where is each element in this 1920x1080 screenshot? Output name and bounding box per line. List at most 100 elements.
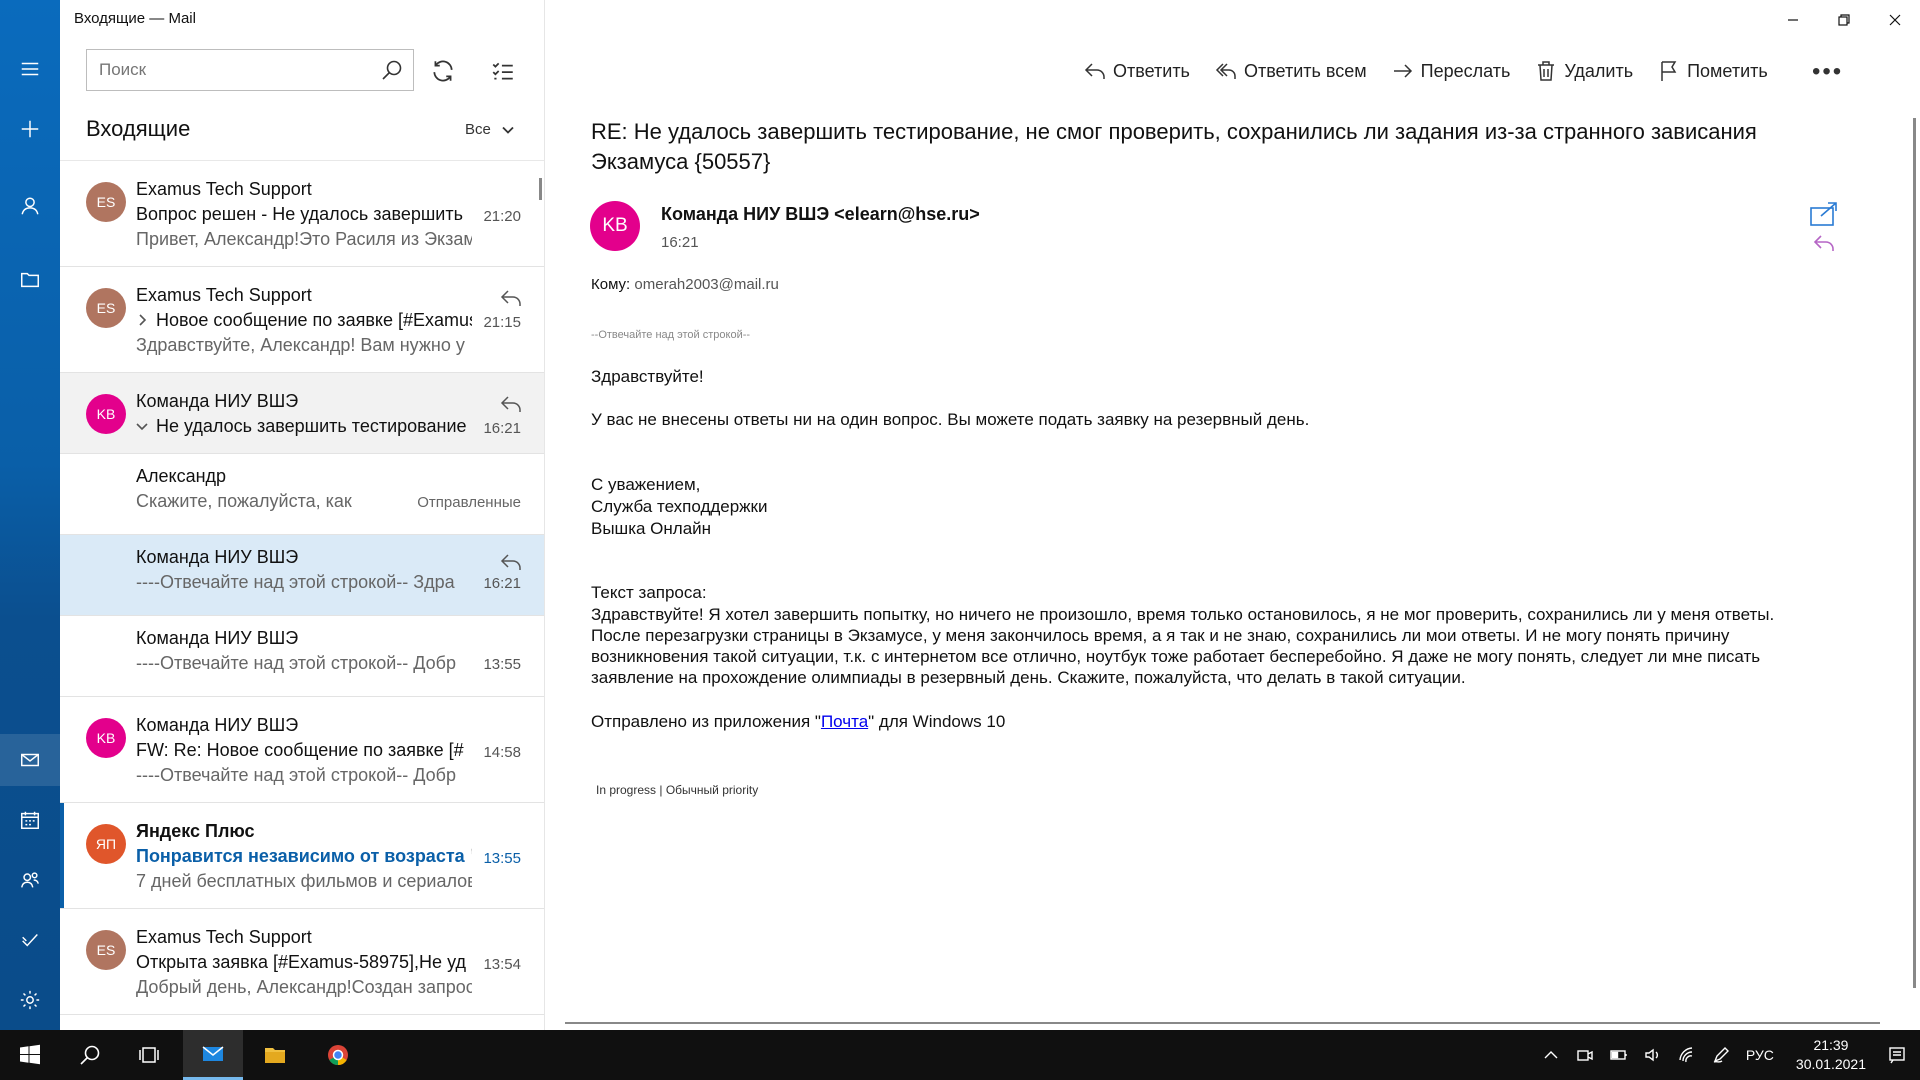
message-time: 14:58 (483, 744, 521, 761)
message-folder-tag: Отправленные (417, 494, 521, 511)
request-text-line: После перезагрузки страницы в Экзамусе, … (591, 626, 1730, 645)
sender-avatar: KB (590, 201, 640, 251)
message-time: 13:55 (483, 850, 521, 867)
list-scrollbar[interactable] (539, 178, 542, 200)
todo-app-button[interactable] (0, 914, 60, 966)
message-time: 13:54 (483, 956, 521, 973)
expand-thread-button[interactable] (136, 310, 150, 331)
restore-button[interactable] (1818, 0, 1869, 40)
pen-tray-icon[interactable] (1712, 1046, 1730, 1064)
message-subject: Вопрос решен - Не удалось завершить (136, 204, 463, 224)
input-language-indicator[interactable]: РУС (1746, 1047, 1774, 1063)
search-icon (382, 60, 402, 80)
chrome-icon (328, 1045, 348, 1066)
forward-icon (1393, 64, 1412, 78)
mail-icon (202, 1045, 224, 1061)
pen-icon (1713, 1047, 1729, 1063)
taskbar: РУС 21:39 30.01.2021 (0, 1030, 1920, 1080)
message-sender: Examus Tech Support (136, 179, 312, 199)
message-subject: Скажите, пожалуйста, как узна (136, 491, 356, 511)
signature-line: С уважением, (591, 475, 701, 494)
notification-icon (1889, 1047, 1905, 1064)
message-preview: Добрый день, Александр!Создан запрос (136, 977, 472, 997)
search-taskbar-button[interactable] (60, 1030, 120, 1080)
minimize-button[interactable] (1767, 0, 1818, 40)
thread-message-item[interactable]: Александр Скажите, пожалуйста, как узна … (60, 454, 544, 535)
network-tray-icon[interactable] (1678, 1046, 1696, 1064)
reply-marker: --Отвечайте над этой строкой-- (591, 329, 751, 341)
sender-address[interactable]: Команда НИУ ВШЭ <elearn@hse.ru> (661, 204, 980, 225)
message-subject: Не удалось завершить тестирование (136, 416, 472, 437)
battery-tray-icon[interactable] (1610, 1046, 1628, 1064)
search-box[interactable] (86, 49, 414, 91)
wifi-icon (1679, 1047, 1693, 1063)
settings-button[interactable] (0, 974, 60, 1026)
forward-button[interactable]: Переслать (1391, 56, 1510, 86)
taskbar-file-explorer[interactable] (245, 1030, 305, 1080)
message-sender: Команда НИУ ВШЭ (136, 391, 299, 411)
flag-icon (1661, 61, 1677, 81)
thread-message-item[interactable]: Команда НИУ ВШЭ ----Отвечайте над этой с… (60, 535, 544, 616)
more-actions-button[interactable]: ••• (1812, 58, 1843, 86)
search-input[interactable] (87, 50, 371, 90)
message-item[interactable]: ES Examus Tech Support Открыта заявка [#… (60, 909, 544, 1015)
folders-button[interactable] (0, 254, 60, 306)
windows-logo-icon (20, 1044, 40, 1065)
accounts-button[interactable] (0, 180, 60, 232)
people-app-button[interactable] (0, 854, 60, 906)
sync-button[interactable] (426, 54, 460, 88)
reading-pane: Ответить Ответить всем Переслать Удалить… (545, 0, 1920, 1030)
checkmark-icon (22, 934, 38, 947)
task-view-button[interactable] (120, 1030, 180, 1080)
message-item[interactable]: KB Команда НИУ ВШЭ FW: Re: Новое сообщен… (60, 697, 544, 803)
signature-line: Вышка Онлайн (591, 519, 712, 538)
message-sender: Examus Tech Support (136, 927, 312, 947)
flag-button[interactable]: Пометить (1657, 56, 1768, 86)
reply-all-button[interactable]: Ответить всем (1214, 56, 1367, 86)
hamburger-menu-button[interactable] (0, 43, 60, 95)
close-button[interactable] (1869, 0, 1920, 40)
show-hidden-icons-button[interactable] (1542, 1046, 1560, 1064)
message-item[interactable]: ЯП Яндекс Плюс Понравится независимо от … (60, 803, 544, 909)
avatar: ES (86, 288, 126, 328)
replied-indicator (499, 288, 523, 313)
to-label: Кому: (591, 276, 631, 293)
calendar-app-button[interactable] (0, 794, 60, 846)
mail-app-link[interactable]: Почта (821, 712, 868, 731)
mail-app-button[interactable] (0, 734, 60, 786)
delete-button[interactable]: Удалить (1534, 56, 1633, 86)
recipient-address[interactable]: omerah2003@mail.ru (634, 276, 778, 293)
open-in-new-window-button[interactable] (1809, 200, 1839, 233)
reply-icon (500, 554, 521, 570)
avatar: ES (86, 930, 126, 970)
navigation-rail (0, 0, 60, 1030)
volume-tray-icon[interactable] (1644, 1046, 1662, 1064)
thread-message-item[interactable]: Команда НИУ ВШЭ ----Отвечайте над этой с… (60, 616, 544, 697)
filter-dropdown[interactable]: Все (465, 121, 515, 138)
reading-pane-divider (565, 1022, 1880, 1024)
message-subject: ----Отвечайте над этой строкой-- Добр (136, 653, 456, 673)
action-center-button[interactable] (1888, 1046, 1906, 1064)
avatar: ЯП (86, 824, 126, 864)
reply-button[interactable]: Ответить (1083, 56, 1190, 86)
message-item[interactable]: ES Examus Tech Support Новое сообщение п… (60, 267, 544, 373)
request-text-line: Здравствуйте! Я хотел завершить попытку,… (591, 605, 1775, 624)
new-mail-button[interactable] (0, 103, 60, 155)
message-item[interactable]: KB Команда НИУ ВШЭ Не удалось завершить … (60, 373, 544, 454)
quick-reply-button[interactable] (1812, 233, 1836, 258)
taskbar-mail-app[interactable] (183, 1030, 243, 1080)
greeting: Здравствуйте! (591, 367, 704, 386)
meet-now-tray-icon[interactable] (1576, 1046, 1594, 1064)
selection-mode-button[interactable] (486, 54, 520, 88)
start-button[interactable] (0, 1030, 60, 1080)
search-button[interactable] (371, 58, 413, 82)
replied-indicator (499, 552, 523, 577)
taskbar-chrome[interactable] (308, 1030, 368, 1080)
message-subject: Новое сообщение по заявке [#Examus (136, 310, 472, 331)
collapse-thread-button[interactable] (136, 416, 150, 437)
reply-icon (1084, 63, 1105, 79)
chevron-right-icon (139, 314, 147, 326)
reading-scrollbar[interactable] (1913, 118, 1916, 988)
clock[interactable]: 21:39 30.01.2021 (1796, 1036, 1866, 1074)
message-item[interactable]: ES Examus Tech Support Вопрос решен - Не… (60, 161, 544, 267)
